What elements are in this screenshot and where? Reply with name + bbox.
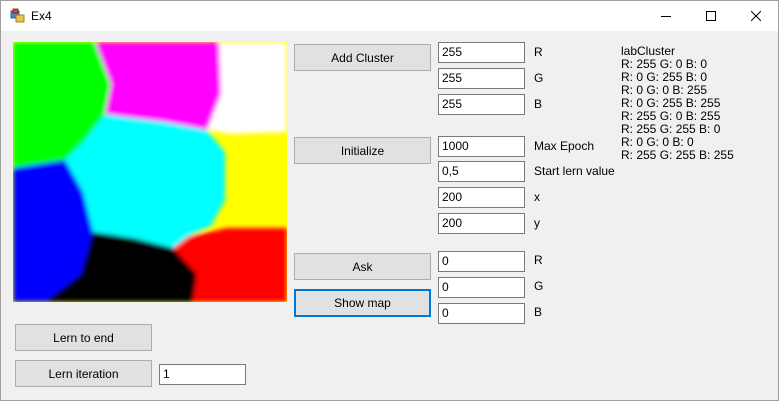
max-epoch-label: Max Epoch: [534, 139, 595, 153]
y-size-input[interactable]: 200: [438, 213, 525, 234]
ask-g-label: G: [534, 279, 544, 293]
show-map-button[interactable]: Show map: [294, 289, 431, 317]
title-bar: Ex4: [1, 1, 778, 31]
minimize-button[interactable]: [643, 1, 688, 31]
x-size-input[interactable]: 200: [438, 187, 525, 208]
max-epoch-input[interactable]: 1000: [438, 136, 525, 157]
cluster-list-item: R: 255 G: 255 B: 255: [621, 148, 734, 162]
close-button[interactable]: [733, 1, 778, 31]
ask-b-input[interactable]: 0: [438, 303, 525, 324]
app-icon: [10, 8, 25, 23]
start-lern-value-label: Start lern value: [534, 164, 615, 178]
cluster-b-label: B: [534, 97, 543, 111]
window-title: Ex4: [31, 9, 52, 23]
iteration-count-input[interactable]: 1: [159, 364, 246, 385]
app-window: Ex4 Add Cluster 255 R 255 G 255 B Initia…: [0, 0, 779, 401]
cluster-r-label: R: [534, 45, 543, 59]
ask-button[interactable]: Ask: [294, 253, 431, 280]
x-size-label: x: [534, 190, 540, 204]
maximize-icon: [705, 11, 716, 21]
ask-r-label: R: [534, 253, 543, 267]
ask-g-input[interactable]: 0: [438, 277, 525, 298]
lern-iteration-button[interactable]: Lern iteration: [15, 360, 152, 387]
add-cluster-button[interactable]: Add Cluster: [294, 44, 431, 71]
maximize-button[interactable]: [688, 1, 733, 31]
start-lern-value-input[interactable]: 0,5: [438, 161, 525, 182]
close-icon: [750, 11, 761, 21]
ask-r-input[interactable]: 0: [438, 251, 525, 272]
y-size-label: y: [534, 216, 540, 230]
cluster-g-label: G: [534, 71, 544, 85]
cluster-r-input[interactable]: 255: [438, 42, 525, 63]
som-map-canvas: [13, 42, 287, 302]
ask-b-label: B: [534, 305, 543, 319]
cluster-list-label: labCluster R: 255 G: 0 B: 0 R: 0 G: 255 …: [621, 45, 734, 162]
cluster-g-input[interactable]: 255: [438, 68, 525, 89]
lern-to-end-button[interactable]: Lern to end: [15, 324, 152, 351]
initialize-button[interactable]: Initialize: [294, 137, 431, 164]
minimize-icon: [660, 16, 671, 17]
cluster-b-input[interactable]: 255: [438, 94, 525, 115]
